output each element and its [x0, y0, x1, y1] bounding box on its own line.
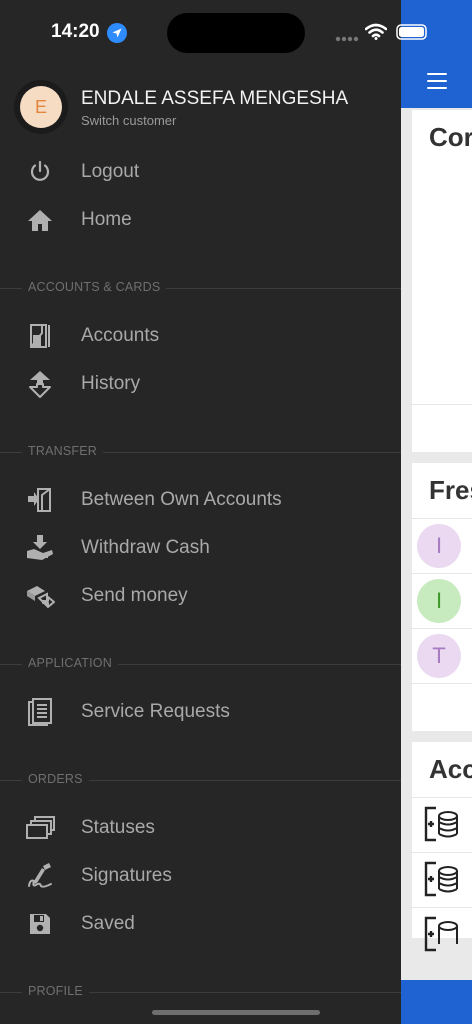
card-title: Fres — [429, 475, 472, 505]
menu-item-label: Between Own Accounts — [81, 489, 282, 510]
section-accounts-cards: ACCOUNTS & CARDS — [0, 280, 401, 296]
menu-item-withdraw-cash[interactable]: Withdraw Cash — [0, 526, 401, 570]
contact-avatar: I — [417, 524, 461, 568]
menu-item-label: Accounts — [81, 325, 160, 346]
contact-row[interactable]: I — [412, 518, 472, 573]
signature-pen-icon — [25, 862, 55, 890]
account-row[interactable] — [412, 852, 472, 907]
background-app: Cor Fres I I T Acc — [401, 0, 472, 1024]
dynamic-island — [167, 13, 305, 53]
menu-item-label: Send money — [81, 585, 188, 606]
card-title: Acc — [429, 754, 472, 784]
send-money-icon — [25, 582, 55, 610]
section-title: ACCOUNTS & CARDS — [22, 280, 167, 294]
menu-item-service-requests[interactable]: Service Requests — [0, 690, 401, 734]
accounts-icon — [25, 322, 55, 350]
menu-item-label: Service Requests — [81, 701, 230, 722]
card-divider — [412, 404, 472, 459]
section-title: PROFILE — [22, 984, 89, 998]
power-icon — [25, 158, 55, 186]
location-arrow-icon — [107, 23, 127, 43]
home-icon — [25, 206, 55, 234]
menu-icon[interactable] — [427, 73, 447, 89]
wifi-icon — [365, 23, 387, 40]
stacked-cards-icon — [25, 814, 55, 842]
menu-item-label: History — [81, 373, 141, 394]
menu-item-label: Signatures — [81, 865, 172, 886]
contact-avatar: T — [417, 634, 461, 678]
section-title: APPLICATION — [22, 656, 118, 670]
document-list-icon — [25, 698, 55, 726]
background-card-2: Fres I I T — [412, 463, 472, 731]
side-drawer: 14:20 E ENDALE ASSEFA MENGESHA Switch cu… — [0, 0, 427, 1024]
profile-name[interactable]: ENDALE ASSEFA MENGESHA — [81, 88, 348, 110]
profile-avatar[interactable]: E — [14, 80, 68, 134]
section-title: TRANSFER — [22, 444, 103, 458]
menu-item-label: Statuses — [81, 817, 155, 838]
profile-initial: E — [20, 86, 62, 128]
account-coins-icon — [424, 806, 458, 842]
account-row[interactable] — [412, 797, 472, 852]
menu-item-send-money[interactable]: Send money — [0, 574, 401, 618]
menu-item-history[interactable]: History — [0, 362, 401, 406]
card-title: Cor — [429, 122, 472, 152]
background-card-1: Cor — [412, 110, 472, 452]
background-card-3: Acc — [412, 742, 472, 952]
transfer-between-icon — [25, 486, 55, 514]
menu-item-label: Home — [81, 209, 132, 230]
withdraw-cash-icon — [25, 534, 55, 562]
switch-customer-link[interactable]: Switch customer — [81, 113, 176, 128]
menu-item-home[interactable]: Home — [0, 198, 401, 242]
account-coins-icon — [424, 861, 458, 897]
background-header — [401, 0, 472, 108]
card-divider — [412, 683, 472, 738]
section-application: APPLICATION — [0, 656, 401, 672]
contact-row[interactable]: T — [412, 628, 472, 683]
contact-avatar: I — [417, 579, 461, 623]
menu-item-statuses[interactable]: Statuses — [0, 806, 401, 850]
menu-item-label: Withdraw Cash — [81, 537, 210, 558]
account-coins-icon — [424, 916, 458, 952]
contact-row[interactable]: I — [412, 573, 472, 628]
menu-item-label: Saved — [81, 913, 135, 934]
battery-icon — [396, 24, 427, 40]
cellular-signal-icon — [335, 36, 359, 42]
account-row[interactable] — [412, 907, 472, 962]
home-indicator[interactable] — [152, 1010, 320, 1015]
menu-item-logout[interactable]: Logout — [0, 150, 401, 194]
section-transfer: TRANSFER — [0, 444, 401, 460]
section-title: ORDERS — [22, 772, 89, 786]
menu-item-label: Logout — [81, 161, 140, 182]
menu-item-between-own-accounts[interactable]: Between Own Accounts — [0, 478, 401, 522]
history-icon — [25, 370, 55, 398]
section-profile: PROFILE — [0, 984, 401, 1000]
background-bottom-bar — [401, 980, 472, 1024]
floppy-disk-icon — [25, 910, 55, 938]
status-time: 14:20 — [51, 21, 100, 42]
menu-item-saved[interactable]: Saved — [0, 902, 401, 946]
section-orders: ORDERS — [0, 772, 401, 788]
menu-item-signatures[interactable]: Signatures — [0, 854, 401, 898]
menu-item-accounts[interactable]: Accounts — [0, 314, 401, 358]
